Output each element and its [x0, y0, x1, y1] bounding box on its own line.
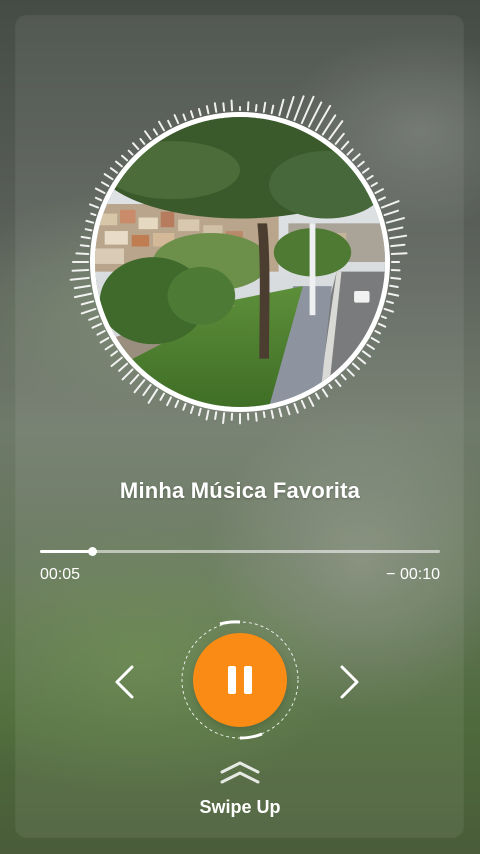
double-chevron-up-icon[interactable] — [218, 760, 262, 786]
swipe-up-label[interactable]: Swipe Up — [0, 797, 480, 818]
remaining-time: − 00:10 — [386, 566, 440, 583]
elapsed-time: 00:05 — [40, 566, 81, 583]
chevron-left-icon — [115, 665, 134, 699]
pause-icon — [224, 666, 256, 694]
progress-thumb[interactable] — [88, 547, 97, 556]
chevron-right-icon — [340, 665, 359, 699]
next-button[interactable] — [330, 660, 370, 704]
pause-button[interactable] — [193, 633, 287, 727]
song-title: Minha Música Favorita — [119, 478, 361, 503]
previous-button[interactable] — [104, 660, 144, 704]
album-artwork — [90, 112, 390, 412]
progress-bar[interactable] — [40, 547, 440, 556]
progress-fill — [40, 550, 92, 553]
